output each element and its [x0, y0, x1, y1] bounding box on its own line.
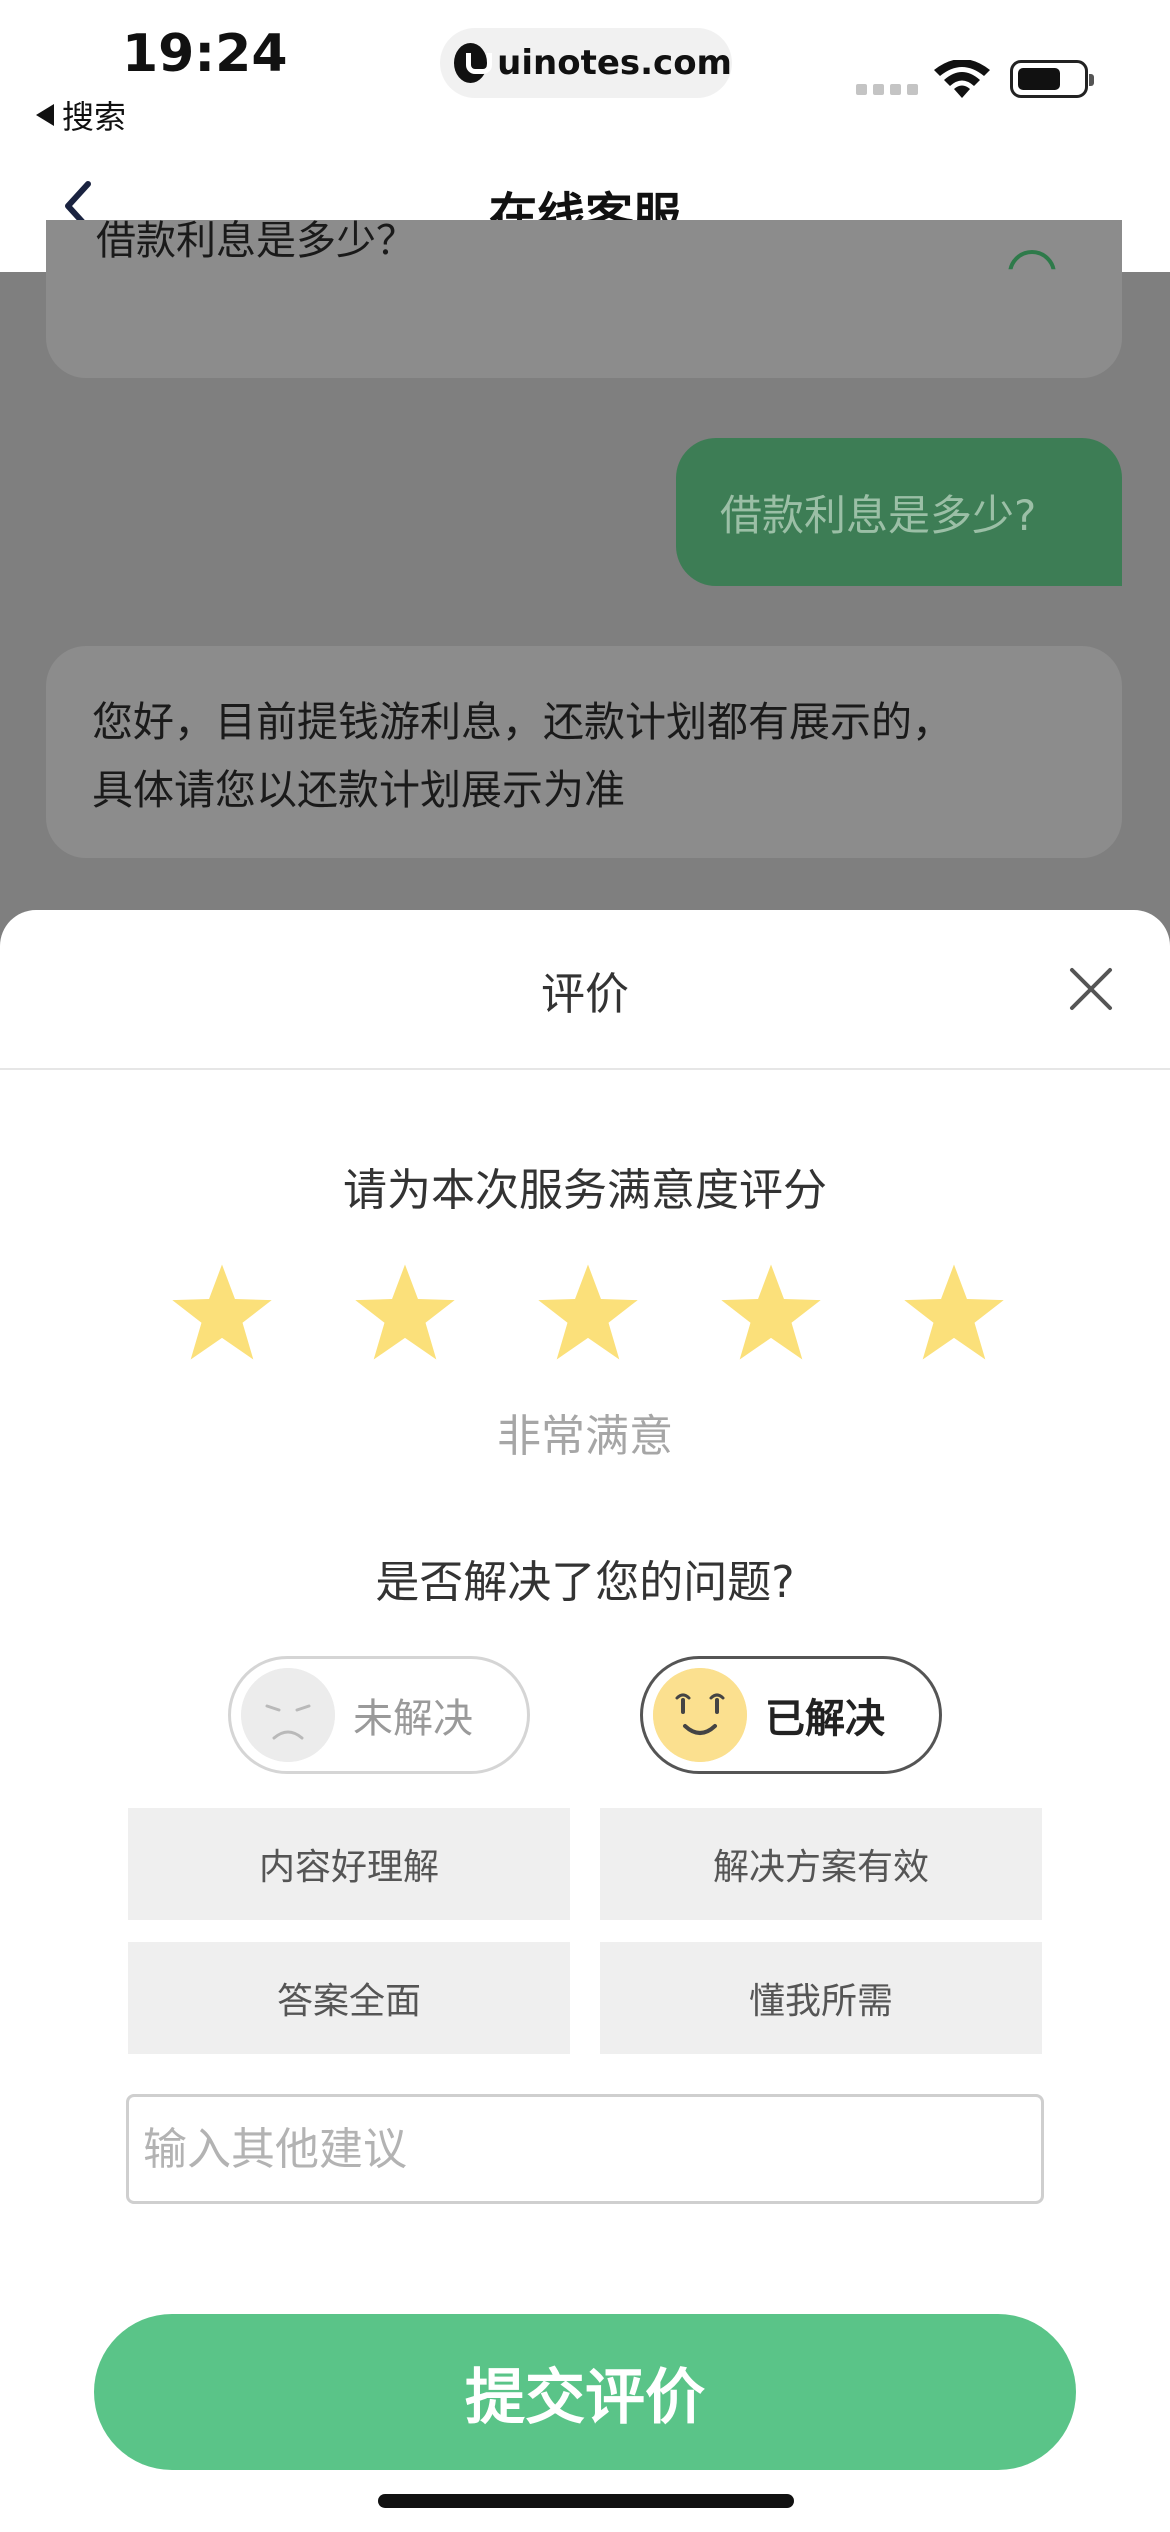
resolved-prompt: 是否解决了您的问题?: [375, 1557, 795, 1608]
sad-face-icon: [241, 1668, 335, 1762]
rating-prompt: 请为本次服务满意度评分: [343, 1165, 827, 1216]
rating-label: 非常满意: [497, 1411, 673, 1462]
url-text: uinotes.com: [497, 43, 732, 83]
close-icon[interactable]: [1066, 964, 1116, 1014]
signal-dots-icon: [856, 84, 918, 95]
star-icon[interactable]: [351, 1260, 459, 1364]
chat-bubble-bot: 您好，目前提钱游利息，还款计划都有展示的， 具体请您以还款计划展示为准: [46, 646, 1122, 858]
star-icon[interactable]: [900, 1260, 1008, 1364]
chat-line: 具体请您以还款计划展示为准: [92, 766, 625, 814]
chat-text: 借款利息是多少？: [96, 218, 416, 264]
url-pill[interactable]: uinotes.com: [440, 28, 732, 98]
resolved-label: 已解决: [765, 1696, 885, 1742]
check-circle-icon: [1008, 250, 1056, 270]
star-rating: [168, 1260, 1008, 1370]
happy-face-icon: [653, 1668, 747, 1762]
status-time: 19:24: [122, 24, 288, 84]
unresolved-label: 未解决: [353, 1696, 473, 1742]
tag-option[interactable]: 答案全面: [128, 1942, 570, 2054]
battery-icon: [1010, 60, 1094, 98]
chat-line: 您好，目前提钱游利息，还款计划都有展示的，: [92, 698, 953, 746]
tag-option[interactable]: 懂我所需: [600, 1942, 1042, 2054]
unresolved-button[interactable]: 未解决: [228, 1656, 530, 1774]
tag-option[interactable]: 内容好理解: [128, 1808, 570, 1920]
star-icon[interactable]: [717, 1260, 825, 1364]
back-to-app-label: 搜索: [62, 98, 127, 136]
suggestion-input[interactable]: [126, 2094, 1044, 2204]
chat-bubble-bot: 借款利息是多少？: [46, 218, 1122, 378]
star-icon[interactable]: [168, 1260, 276, 1364]
home-indicator: [378, 2494, 794, 2508]
tag-option[interactable]: 解决方案有效: [600, 1808, 1042, 1920]
chat-text: 您好，目前提钱游利息，还款计划都有展示的， 具体请您以还款计划展示为准: [92, 688, 953, 824]
chat-bubble-user: 借款利息是多少?: [676, 438, 1122, 586]
back-to-app[interactable]: 搜索: [36, 92, 126, 138]
divider: [0, 1068, 1170, 1070]
rating-sheet: 评价 请为本次服务满意度评分 非常满意 是否解决了您的问题? 未解决 已解决 内…: [0, 910, 1170, 2532]
resolved-button[interactable]: 已解决: [640, 1656, 942, 1774]
chat-text: 借款利息是多少?: [720, 491, 1037, 540]
wifi-icon: [934, 60, 990, 98]
site-logo-icon: [454, 43, 493, 83]
sheet-title: 评价: [541, 969, 629, 1020]
star-icon[interactable]: [534, 1260, 642, 1364]
back-triangle-icon: [36, 104, 54, 126]
submit-rating-button[interactable]: 提交评价: [94, 2314, 1076, 2470]
